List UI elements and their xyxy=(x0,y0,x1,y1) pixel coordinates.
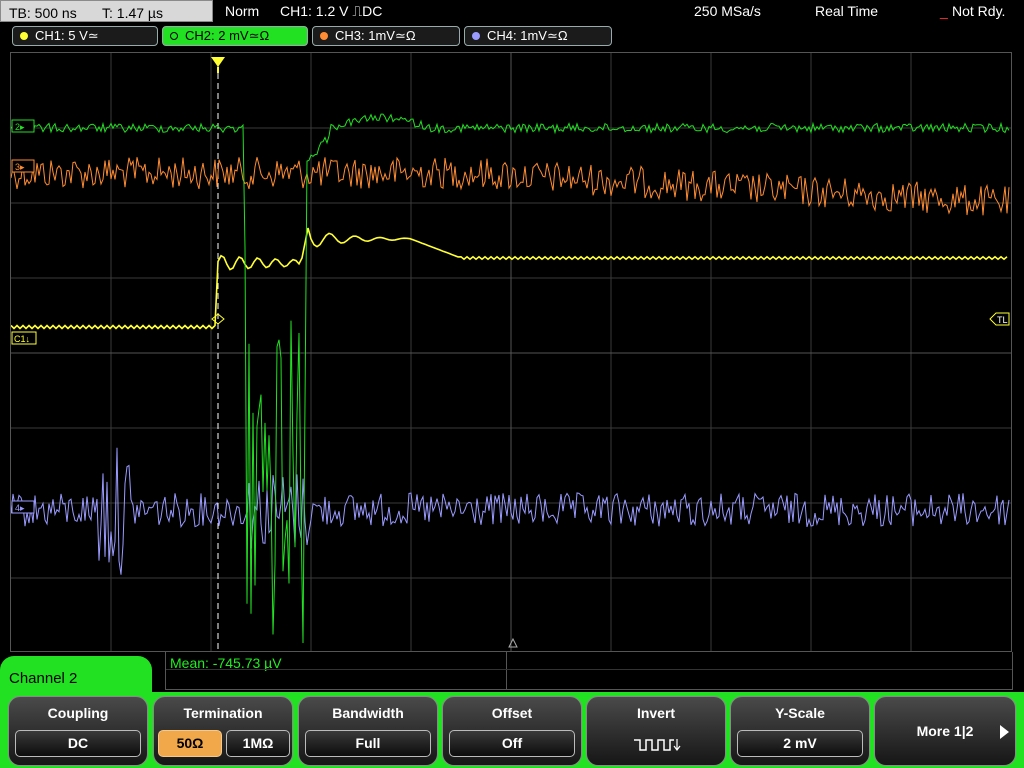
termination-50ohm-button[interactable]: 50Ω xyxy=(158,730,222,757)
ch4-marker-label: 4▸ xyxy=(15,503,25,513)
yscale-softkey[interactable]: Y-Scale 2 mV xyxy=(730,696,870,766)
status-bar: TB: 500 ns T: 1.47 µs Norm CH1: 1.2 V ⎍D… xyxy=(0,0,1024,24)
channel-tab-ch2[interactable]: CH2: 2 mV≃Ω xyxy=(162,26,308,46)
coupling-button[interactable]: DC xyxy=(15,730,141,757)
termination-1mohm-button[interactable]: 1MΩ xyxy=(226,730,290,757)
channel-tabs: CH1: 5 V≃ CH2: 2 mV≃Ω CH3: 1mV≃Ω CH4: 1m… xyxy=(0,26,1024,48)
measurement-divider xyxy=(506,652,507,690)
ch3-marker-label: 3▸ xyxy=(15,162,25,172)
timebase-box[interactable]: TB: 500 ns T: 1.47 µs xyxy=(0,0,213,22)
ch3-label: CH3: 1mV≃Ω xyxy=(335,28,416,43)
channel-tab-ch1[interactable]: CH1: 5 V≃ xyxy=(12,26,158,46)
ch1-marker[interactable]: C1↓ xyxy=(11,331,37,345)
ch4-label: CH4: 1mV≃Ω xyxy=(487,28,568,43)
state-indicator-icon: _ xyxy=(940,3,948,19)
more-label: More 1|2 xyxy=(916,723,974,739)
ch4-marker[interactable]: 4▸ xyxy=(11,500,35,514)
invert-waveform-icon xyxy=(634,739,681,751)
trigger-mode[interactable]: Norm xyxy=(225,3,259,19)
menu-title: Channel 2 xyxy=(9,670,78,687)
graticule-axes xyxy=(11,53,1011,651)
timebase-label: TB: 500 ns xyxy=(9,5,77,21)
bandwidth-softkey[interactable]: Bandwidth Full xyxy=(298,696,438,766)
ch4-color-icon xyxy=(472,32,480,40)
offset-title: Offset xyxy=(491,705,533,721)
more-softkey[interactable]: More 1|2 xyxy=(874,696,1016,766)
waveform-display[interactable]: 2▸ 3▸ C1↓ 4▸ TL xyxy=(10,52,1012,652)
ch2-label: CH2: 2 mV≃Ω xyxy=(185,28,270,43)
trigger-position-icon[interactable] xyxy=(211,57,225,67)
ch3-marker[interactable]: 3▸ xyxy=(11,159,35,173)
yscale-button[interactable]: 2 mV xyxy=(737,730,863,757)
measurement-row-divider xyxy=(166,669,1012,670)
acquisition-mode[interactable]: Real Time xyxy=(815,3,878,19)
acquisition-state: Not Rdy. xyxy=(952,3,1006,19)
trigger-source[interactable]: CH1: 1.2 V ⎍DC xyxy=(280,3,382,20)
channel-tab-ch4[interactable]: CH4: 1mV≃Ω xyxy=(464,26,612,46)
ch1-marker-label: C1↓ xyxy=(14,334,30,344)
offset-softkey[interactable]: Offset Off xyxy=(442,696,582,766)
measurement-panel: Mean: -745.73 µV xyxy=(165,652,1013,690)
termination-title: Termination xyxy=(183,705,263,721)
ch3-color-icon xyxy=(320,32,328,40)
trigger-level-marker[interactable]: TL xyxy=(989,312,1010,326)
coupling-title: Coupling xyxy=(47,705,109,721)
ch2-waveform xyxy=(11,113,1010,644)
ch1-color-icon xyxy=(20,32,28,40)
ch4-waveform xyxy=(11,447,1010,575)
waveform-canvas: 2▸ 3▸ C1↓ 4▸ TL xyxy=(11,53,1011,651)
ch2-marker[interactable]: 2▸ xyxy=(11,119,35,133)
trigger-level-label: TL xyxy=(997,315,1008,325)
ch2-marker-label: 2▸ xyxy=(15,122,25,132)
bandwidth-title: Bandwidth xyxy=(332,705,404,721)
horizontal-reference-icon xyxy=(508,637,518,648)
yscale-title: Y-Scale xyxy=(775,705,825,721)
channel-tab-ch3[interactable]: CH3: 1mV≃Ω xyxy=(312,26,460,46)
invert-softkey[interactable]: Invert xyxy=(586,696,726,766)
sample-rate: 250 MSa/s xyxy=(694,3,761,19)
termination-softkey[interactable]: Termination 50Ω 1MΩ xyxy=(153,696,293,766)
next-page-icon xyxy=(1000,725,1009,739)
trigger-time-label: T: 1.47 µs xyxy=(102,5,163,21)
coupling-softkey[interactable]: Coupling DC xyxy=(8,696,148,766)
ch1-label: CH1: 5 V≃ xyxy=(35,28,99,43)
invert-title: Invert xyxy=(636,705,676,721)
bandwidth-button[interactable]: Full xyxy=(305,730,431,757)
ch2-color-icon xyxy=(170,32,178,40)
offset-button[interactable]: Off xyxy=(449,730,575,757)
ch3-waveform xyxy=(11,156,1010,216)
